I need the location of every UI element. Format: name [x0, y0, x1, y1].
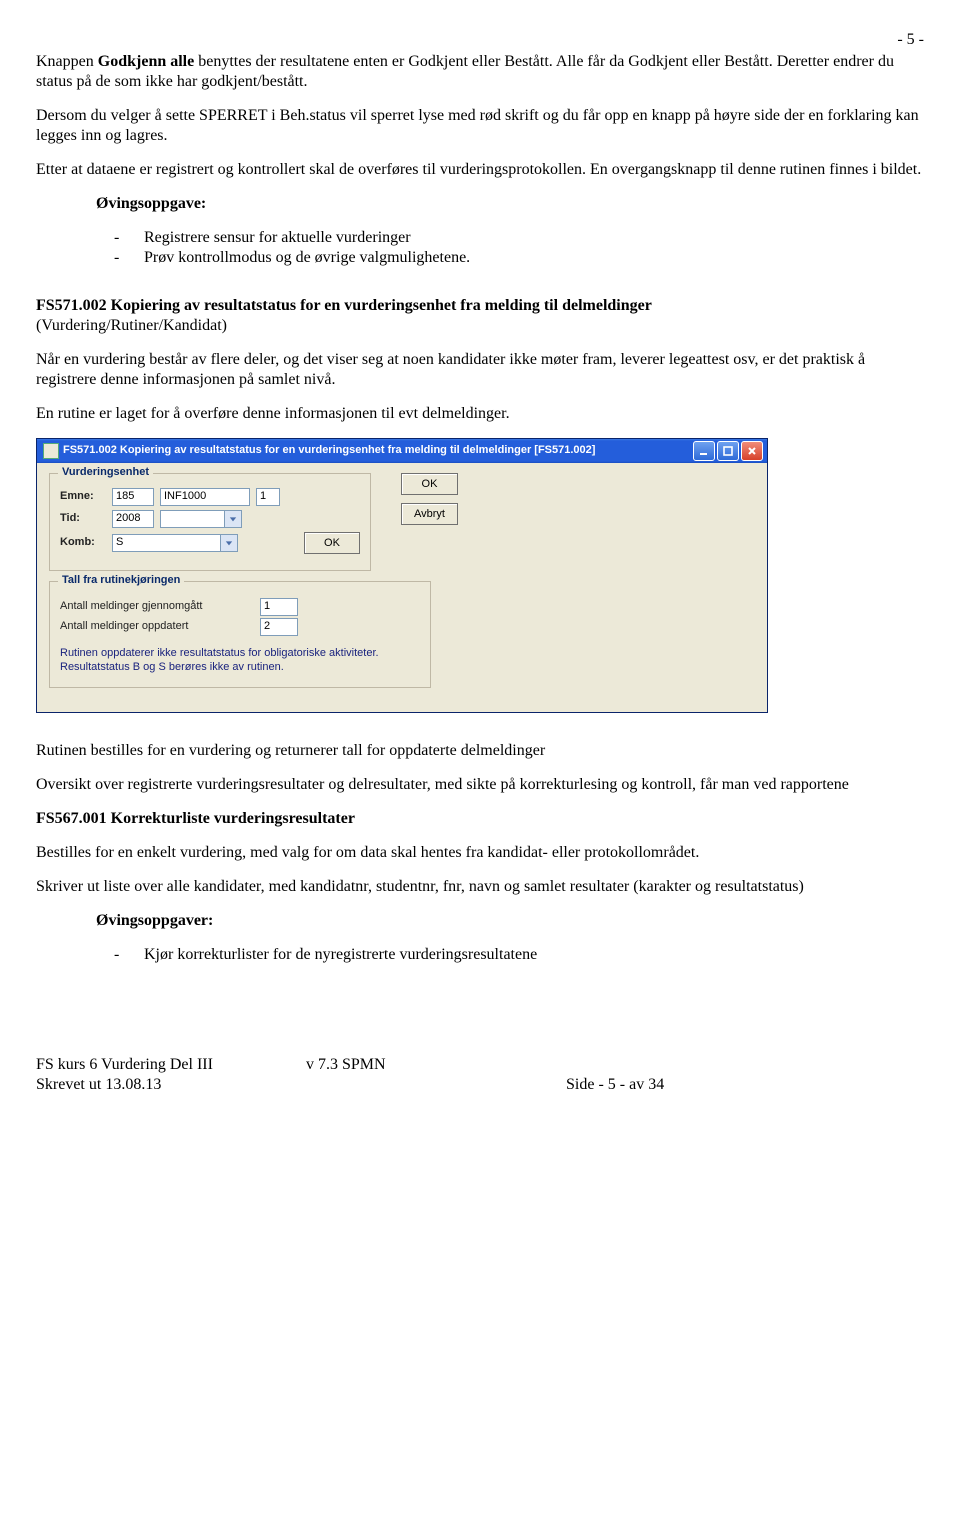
dialog-fs571: FS571.002 Kopiering av resultatstatus fo… [36, 438, 768, 713]
groupbox-vurderingsenhet: Vurderingsenhet Emne: 185 INF1000 1 Tid:… [49, 473, 371, 571]
footer-version: v 7.3 SPMN [306, 1055, 566, 1075]
avbryt-button[interactable]: Avbryt [401, 503, 458, 525]
groupbox-tall: Tall fra rutinekjøringen Antall meldinge… [49, 581, 431, 688]
paragraph-8: Bestilles for en enkelt vurdering, med v… [36, 843, 924, 863]
paragraph-2: Dersom du velger å sette SPERRET i Beh.s… [36, 106, 924, 146]
chevron-down-icon[interactable] [224, 510, 242, 528]
titlebar[interactable]: FS571.002 Kopiering av resultatstatus fo… [37, 439, 767, 463]
input-emne-2[interactable]: INF1000 [160, 488, 250, 506]
label-tid: Tid: [60, 512, 106, 526]
minimize-button[interactable] [693, 441, 715, 461]
paragraph-7: Oversikt over registrerte vurderingsresu… [36, 775, 924, 795]
ov2-item-1: Kjør korrekturlister for de nyregistrert… [114, 945, 924, 965]
input-emne-1[interactable]: 185 [112, 488, 154, 506]
combo-tid[interactable] [160, 510, 242, 528]
groupbox-tall-legend: Tall fra rutinekjøringen [58, 574, 184, 588]
window-title: FS571.002 Kopiering av resultatstatus fo… [63, 444, 595, 458]
input-emne-3[interactable]: 1 [256, 488, 280, 506]
maximize-button[interactable] [717, 441, 739, 461]
paragraph-4: Når en vurdering består av flere deler, … [36, 350, 924, 390]
combo-komb[interactable]: S [112, 534, 238, 552]
label-emne: Emne: [60, 490, 106, 504]
ovingsoppgave-1-list: Registrere sensur for aktuelle vurdering… [36, 228, 924, 268]
ovingsoppgave-1-heading: Øvingsoppgave: [96, 194, 924, 214]
chevron-down-icon[interactable] [220, 534, 238, 552]
ok-button[interactable]: OK [401, 473, 458, 495]
section-heading-fs567: FS567.001 Korrekturliste vurderingsresul… [36, 809, 924, 829]
input-tid[interactable]: 2008 [112, 510, 154, 528]
section-heading-fs571: FS571.002 Kopiering av resultatstatus fo… [36, 297, 652, 314]
paragraph-1: Knappen Godkjenn alle benyttes der resul… [36, 52, 924, 92]
ov1-item-1: Registrere sensur for aktuelle vurdering… [114, 228, 924, 248]
para1-a: Knappen [36, 53, 98, 70]
section-heading-fs571-sub: (Vurdering/Rutiner/Kandidat) [36, 317, 227, 334]
title-icon [43, 443, 59, 459]
page-number-top: - 5 - [36, 30, 924, 50]
ovingsoppgaver-2-list: Kjør korrekturlister for de nyregistrert… [36, 945, 924, 965]
page-footer: FS kurs 6 Vurdering Del III Skrevet ut 1… [36, 1055, 924, 1095]
paragraph-6: Rutinen bestilles for en vurdering og re… [36, 741, 924, 761]
value-antall-oppdatert: 2 [260, 618, 298, 636]
paragraph-5: En rutine er laget for å overføre denne … [36, 404, 924, 424]
value-antall-gjennomgatt: 1 [260, 598, 298, 616]
ov1-item-2: Prøv kontrollmodus og de øvrige valgmuli… [114, 248, 924, 268]
footer-course: FS kurs 6 Vurdering Del III [36, 1055, 306, 1075]
groupbox-vurderingsenhet-legend: Vurderingsenhet [58, 466, 153, 480]
label-antall-oppdatert: Antall meldinger oppdatert [60, 620, 260, 634]
label-antall-gjennomgatt: Antall meldinger gjennomgått [60, 600, 260, 614]
ovingsoppgaver-2-heading: Øvingsoppgaver: [96, 911, 924, 931]
close-button[interactable] [741, 441, 763, 461]
label-komb: Komb: [60, 536, 106, 550]
ok-button-inner[interactable]: OK [304, 532, 360, 554]
para1-godkjenn-alle: Godkjenn alle [98, 53, 194, 70]
footer-page: Side - 5 - av 34 [566, 1075, 924, 1095]
paragraph-9: Skriver ut liste over alle kandidater, m… [36, 877, 924, 897]
footer-date: Skrevet ut 13.08.13 [36, 1075, 306, 1095]
rutine-note: Rutinen oppdaterer ikke resultatstatus f… [60, 646, 420, 675]
paragraph-3: Etter at dataene er registrert og kontro… [36, 160, 924, 180]
